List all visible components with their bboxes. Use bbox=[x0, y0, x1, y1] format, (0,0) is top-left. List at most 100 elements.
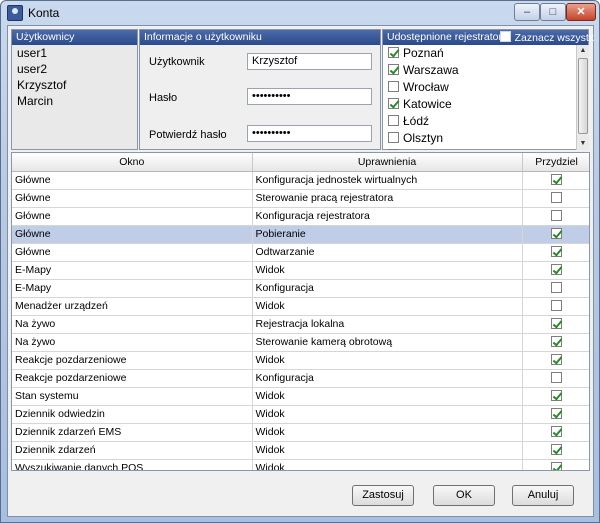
registrar-checkbox[interactable] bbox=[388, 81, 399, 92]
window-cell: Główne bbox=[12, 207, 253, 226]
user-item[interactable]: Krzysztof bbox=[12, 77, 137, 93]
window-cell: E-Mapy bbox=[12, 261, 253, 280]
table-row[interactable]: Wyszukiwanie danych POS Widok bbox=[12, 459, 589, 470]
select-all-label: Zaznacz wszystk bbox=[514, 32, 594, 44]
minimize-button[interactable]: – bbox=[514, 3, 540, 21]
maximize-icon: □ bbox=[549, 6, 557, 18]
permission-cell: Rejestracja lokalna bbox=[252, 315, 523, 334]
assign-checkbox[interactable] bbox=[551, 245, 562, 257]
confirm-password-field[interactable]: •••••••••• bbox=[247, 125, 372, 142]
registrar-item[interactable]: Wrocław bbox=[383, 79, 576, 96]
accounts-window: Konta – □ ✕ Użytkownicy user1 user2 Krzy… bbox=[0, 0, 600, 523]
assign-checkbox[interactable] bbox=[551, 263, 562, 275]
table-row[interactable]: Główne Sterowanie pracą rejestratora bbox=[12, 189, 589, 208]
table-row[interactable]: Reakcje pozdarzeniowe Konfiguracja bbox=[12, 369, 589, 388]
assign-checkbox[interactable] bbox=[551, 461, 562, 470]
table-row[interactable]: E-Mapy Widok bbox=[12, 261, 589, 280]
registrar-checkbox[interactable] bbox=[388, 149, 399, 150]
registrar-item[interactable]: Warszawa bbox=[383, 62, 576, 79]
assign-checkbox[interactable] bbox=[551, 173, 562, 185]
registrar-item[interactable]: Katowice bbox=[383, 96, 576, 113]
registrar-item[interactable]: Łódź bbox=[383, 113, 576, 130]
close-button[interactable]: ✕ bbox=[566, 3, 596, 21]
registrar-checkbox[interactable] bbox=[388, 98, 399, 109]
table-row[interactable]: Główne Konfiguracja jednostek wirtualnych bbox=[12, 171, 589, 190]
dialog-body: Użytkownicy user1 user2 Krzysztof Marcin… bbox=[7, 25, 594, 517]
assign-cell bbox=[522, 423, 589, 442]
assign-cell bbox=[522, 225, 589, 244]
registrars-scrollbar[interactable]: ▲ ▼ bbox=[576, 45, 589, 150]
registrar-checkbox[interactable] bbox=[388, 115, 399, 126]
apply-button[interactable]: Zastosuj bbox=[352, 485, 414, 506]
user-accounts-icon bbox=[7, 5, 23, 21]
password-label: Hasło bbox=[149, 92, 178, 104]
permission-cell: Pobieranie bbox=[252, 225, 523, 244]
permission-cell: Widok bbox=[252, 405, 523, 424]
assign-cell bbox=[522, 279, 589, 298]
minimize-icon: – bbox=[523, 6, 531, 18]
permissions-table: Okno Uprawnienia Przydziel Główne Konfigu… bbox=[11, 152, 590, 471]
assign-cell bbox=[522, 207, 589, 226]
assign-checkbox[interactable] bbox=[551, 281, 562, 293]
title-bar[interactable]: Konta – □ ✕ bbox=[1, 1, 599, 25]
window-cell: Menadżer urządzeń bbox=[12, 297, 253, 316]
assign-cell bbox=[522, 171, 589, 190]
assign-checkbox[interactable] bbox=[551, 335, 562, 347]
assign-checkbox[interactable] bbox=[551, 425, 562, 437]
registrar-checkbox[interactable] bbox=[388, 132, 399, 143]
permission-cell: Widok bbox=[252, 351, 523, 370]
table-row[interactable]: Dziennik odwiedzin Widok bbox=[12, 405, 589, 424]
table-row[interactable]: Menadżer urządzeń Widok bbox=[12, 297, 589, 316]
registrars-list: Poznań Warszawa Wrocław Katowice Łódź Olsztyn… bbox=[383, 45, 576, 150]
assign-cell bbox=[522, 405, 589, 424]
scroll-down-icon[interactable]: ▼ bbox=[577, 138, 589, 150]
registrar-checkbox[interactable] bbox=[388, 47, 399, 58]
assign-checkbox[interactable] bbox=[551, 299, 562, 311]
column-header-assign[interactable]: Przydziel bbox=[522, 153, 589, 172]
registrar-item[interactable]: Toruń bbox=[383, 147, 576, 150]
assign-checkbox[interactable] bbox=[551, 317, 562, 329]
registrar-label: Poznań bbox=[403, 46, 444, 60]
select-all-checkbox[interactable]: Zaznacz wszystk bbox=[499, 31, 594, 46]
table-row[interactable]: Stan systemu Widok bbox=[12, 387, 589, 406]
assign-checkbox[interactable] bbox=[551, 407, 562, 419]
user-item[interactable]: user1 bbox=[12, 45, 137, 61]
column-header-window[interactable]: Okno bbox=[12, 153, 253, 172]
table-row[interactable]: Główne Pobieranie bbox=[12, 225, 589, 244]
cancel-button[interactable]: Anuluj bbox=[512, 485, 574, 506]
registrar-item[interactable]: Olsztyn bbox=[383, 130, 576, 147]
maximize-button[interactable]: □ bbox=[540, 3, 566, 21]
table-row[interactable]: Dziennik zdarzeń Widok bbox=[12, 441, 589, 460]
assign-checkbox[interactable] bbox=[551, 443, 562, 455]
assign-checkbox[interactable] bbox=[551, 371, 562, 383]
assign-cell bbox=[522, 261, 589, 280]
table-row[interactable]: E-Mapy Konfiguracja bbox=[12, 279, 589, 298]
assign-checkbox[interactable] bbox=[551, 353, 562, 365]
select-all-box[interactable] bbox=[499, 31, 511, 42]
ok-button[interactable]: OK bbox=[433, 485, 495, 506]
table-row[interactable]: Na żywo Rejestracja lokalna bbox=[12, 315, 589, 334]
window-cell: E-Mapy bbox=[12, 279, 253, 298]
password-field[interactable]: •••••••••• bbox=[247, 88, 372, 105]
assign-checkbox[interactable] bbox=[551, 191, 562, 203]
table-row[interactable]: Na żywo Sterowanie kamerą obrotową bbox=[12, 333, 589, 352]
table-row[interactable]: Główne Odtwarzanie bbox=[12, 243, 589, 262]
window-cell: Dziennik zdarzeń EMS bbox=[12, 423, 253, 442]
registrar-checkbox[interactable] bbox=[388, 64, 399, 75]
assign-checkbox[interactable] bbox=[551, 227, 562, 239]
permission-cell: Sterowanie kamerą obrotową bbox=[252, 333, 523, 352]
username-field[interactable]: Krzysztof bbox=[247, 53, 372, 70]
user-item[interactable]: Marcin bbox=[12, 93, 137, 109]
scroll-up-icon[interactable]: ▲ bbox=[577, 45, 589, 57]
table-row[interactable]: Reakcje pozdarzeniowe Widok bbox=[12, 351, 589, 370]
column-header-permissions[interactable]: Uprawnienia bbox=[252, 153, 523, 172]
assign-checkbox[interactable] bbox=[551, 389, 562, 401]
assign-checkbox[interactable] bbox=[551, 209, 562, 221]
table-row[interactable]: Dziennik zdarzeń EMS Widok bbox=[12, 423, 589, 442]
scroll-thumb[interactable] bbox=[578, 58, 588, 134]
user-item[interactable]: user2 bbox=[12, 61, 137, 77]
users-header: Użytkownicy bbox=[12, 30, 137, 45]
table-row[interactable]: Główne Konfiguracja rejestratora bbox=[12, 207, 589, 226]
registrar-item[interactable]: Poznań bbox=[383, 45, 576, 62]
user-info-header: Informacje o użytkowniku bbox=[140, 30, 380, 45]
